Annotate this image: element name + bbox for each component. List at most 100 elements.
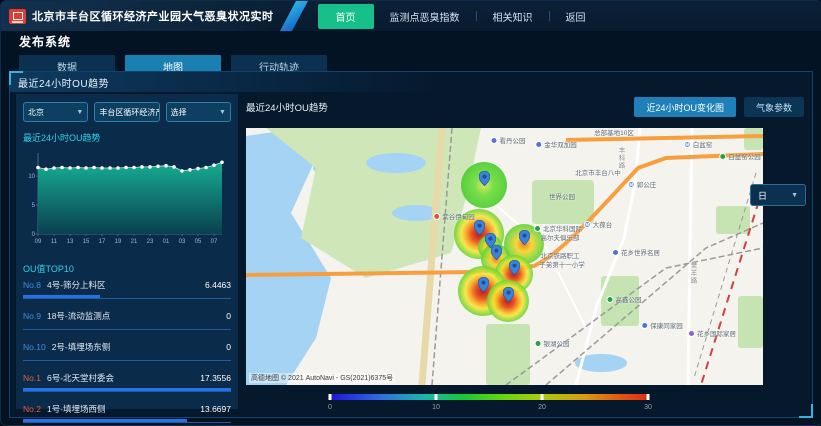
data-point: [172, 165, 176, 169]
map-canvas[interactable]: 高德地图 © 2021 AutoNavi - GS(2021)6375号 看丹公…: [246, 128, 763, 385]
nav-item-monitor-odor-index[interactable]: 监测点恶臭指数: [374, 5, 476, 28]
park-select[interactable]: 丰台区循环经济产▼: [94, 102, 159, 122]
top10-row[interactable]: No.2 1号-填埋场西侧13.6697: [23, 403, 231, 423]
trend-chart-svg: 0510091113151719212301030507: [23, 146, 227, 248]
nav-item-back[interactable]: 返回: [550, 5, 602, 28]
nav-item-related-knowledge[interactable]: 相关知识: [477, 5, 549, 28]
time-unit-dropdown[interactable]: 日 ▼: [750, 184, 806, 206]
poi-icon: [433, 213, 440, 220]
site-name: 1号-填埋场西侧: [47, 403, 200, 415]
rank-badge: No.2: [23, 404, 41, 414]
filter-row: 北京▼ 丰台区循环经济产▼ 选择 ▼: [23, 102, 231, 122]
site-name: 2号-填埋场东侧: [52, 341, 227, 353]
panel-content: 北京▼丰台区循环经济产▼选择▼ 最近24小时OU趋势 0510091113151…: [10, 92, 812, 417]
x-tick-label: 15: [83, 239, 90, 245]
ou-value: 0: [226, 342, 231, 352]
chevron-down-icon: ▼: [219, 109, 226, 116]
map-label-text: 北京市丰台八中: [575, 167, 621, 177]
map-pin-icon[interactable]: [503, 287, 514, 307]
map-label-text: 郭公庄: [637, 179, 657, 189]
map-attribution: 高德地图 © 2021 AutoNavi - GS(2021)6375号: [249, 373, 395, 383]
x-tick-label: 11: [51, 239, 58, 245]
map-label: 金华双加园: [535, 139, 577, 149]
map-button-ou-24h-chart[interactable]: 近24小时OU变化图: [634, 97, 736, 117]
map-label-text: 子弟第十一小学: [539, 259, 585, 269]
map-label: M大葆台: [584, 219, 613, 229]
ou-value: 13.6697: [200, 404, 231, 414]
brand: 北京市丰台区循环经济产业园大气恶臭状况实时: [1, 1, 274, 31]
poi-icon: [491, 137, 498, 144]
park-icon: [719, 153, 726, 160]
map-label: 保康同家园: [641, 320, 683, 330]
data-point: [52, 166, 56, 170]
dropdown-value: 选择: [171, 107, 187, 118]
map-pin-icon[interactable]: [519, 230, 530, 250]
data-point: [116, 166, 120, 170]
map-label: 看丹公园: [491, 135, 526, 145]
map-label: 紫谷伊甸园: [433, 211, 475, 221]
map-label: 高鑫公园: [607, 294, 642, 304]
value-bar-track: [23, 325, 231, 330]
data-point: [220, 161, 224, 165]
site-select[interactable]: 选择 ▼: [166, 102, 231, 122]
main-panel: 最近24小时OU趋势 北京▼丰台区循环经济产▼选择▼ 最近24小时OU趋势 05…: [9, 71, 813, 418]
x-tick-label: 21: [131, 239, 138, 245]
top10-row[interactable]: No.16号-北天堂村委会17.3556: [23, 372, 231, 392]
map-pin-icon[interactable]: [478, 277, 489, 297]
value-bar-track: [23, 387, 231, 392]
data-point: [140, 165, 144, 169]
app-root: 北京市丰台区循环经济产业园大气恶臭状况实时 首页监测点恶臭指数相关知识返回 发布…: [0, 0, 821, 426]
scale-tick-label: 0: [328, 404, 332, 411]
x-tick-label: 19: [115, 239, 122, 245]
main-nav: 首页监测点恶臭指数相关知识返回: [318, 4, 602, 29]
map-pin-icon[interactable]: [509, 260, 520, 280]
map-pin-icon[interactable]: [479, 171, 490, 191]
data-point: [68, 166, 72, 170]
ou-top10-label: OU值TOP10: [23, 262, 231, 275]
map-button-weather-params[interactable]: 气象参数: [744, 97, 804, 117]
metro-station-icon: M: [584, 221, 591, 228]
top10-row[interactable]: No.918号-流动监测点0: [23, 310, 231, 330]
nav-item-home[interactable]: 首页: [318, 4, 374, 29]
ou-top10-list: No.84号-筛分上料区6.4463No.918号-流动监测点0No.102号-…: [23, 279, 231, 423]
metro-station-icon: M: [684, 141, 691, 148]
top10-row-line: No.16号-北天堂村委会17.3556: [23, 372, 231, 384]
data-point: [156, 165, 160, 169]
map-label: M白盆窑: [684, 139, 713, 149]
data-point: [164, 164, 168, 168]
poi-icon: [612, 249, 619, 256]
x-tick-label: 09: [35, 239, 42, 245]
map-label: 北京市丰台八中: [575, 167, 621, 177]
map-label-text: 保康同家园: [650, 320, 683, 330]
map-label-text: 看丹公园: [500, 135, 526, 145]
rank-badge: No.1: [23, 373, 41, 383]
y-tick-label: 10: [28, 174, 35, 180]
top10-row[interactable]: No.102号-填埋场东侧0: [23, 341, 231, 361]
top10-row-line: No.918号-流动监测点0: [23, 310, 231, 322]
map-pin-icon[interactable]: [491, 245, 502, 265]
scale-tick-label: 30: [644, 404, 652, 411]
map-buttons: 近24小时OU变化图气象参数: [634, 97, 804, 117]
chevron-down-icon: ▼: [76, 109, 83, 116]
map-pin-icon[interactable]: [474, 220, 485, 240]
x-tick-label: 17: [99, 239, 106, 245]
map-label: 高尔夫俱乐部: [541, 232, 580, 242]
data-point: [204, 166, 208, 170]
map-label-text: 花乡国际家居: [697, 328, 736, 338]
map-panel-title: 最近24小时OU趋势: [246, 100, 328, 114]
top10-row-line: No.84号-筛分上料区6.4463: [23, 279, 231, 291]
x-tick-label: 05: [195, 239, 202, 245]
park-icon: [607, 296, 614, 303]
header-slash-decoration: [280, 1, 308, 31]
city-select[interactable]: 北京▼: [23, 102, 88, 122]
data-point: [124, 166, 128, 170]
value-bar-fill: [23, 419, 187, 422]
site-name: 4号-筛分上料区: [47, 279, 205, 291]
map-label: 子弟第十一小学: [539, 259, 585, 269]
sidebar: 北京▼丰台区循环经济产▼选择▼ 最近24小时OU趋势 0510091113151…: [16, 94, 238, 409]
map-label-text: 世界公园: [549, 191, 575, 201]
top10-row[interactable]: No.84号-筛分上料区6.4463: [23, 279, 231, 299]
map-panel-header: 最近24小时OU趋势 近24小时OU变化图气象参数: [246, 94, 804, 120]
publish-system-label: 发布系统: [19, 33, 812, 50]
scale-tick-label: 10: [432, 404, 440, 411]
